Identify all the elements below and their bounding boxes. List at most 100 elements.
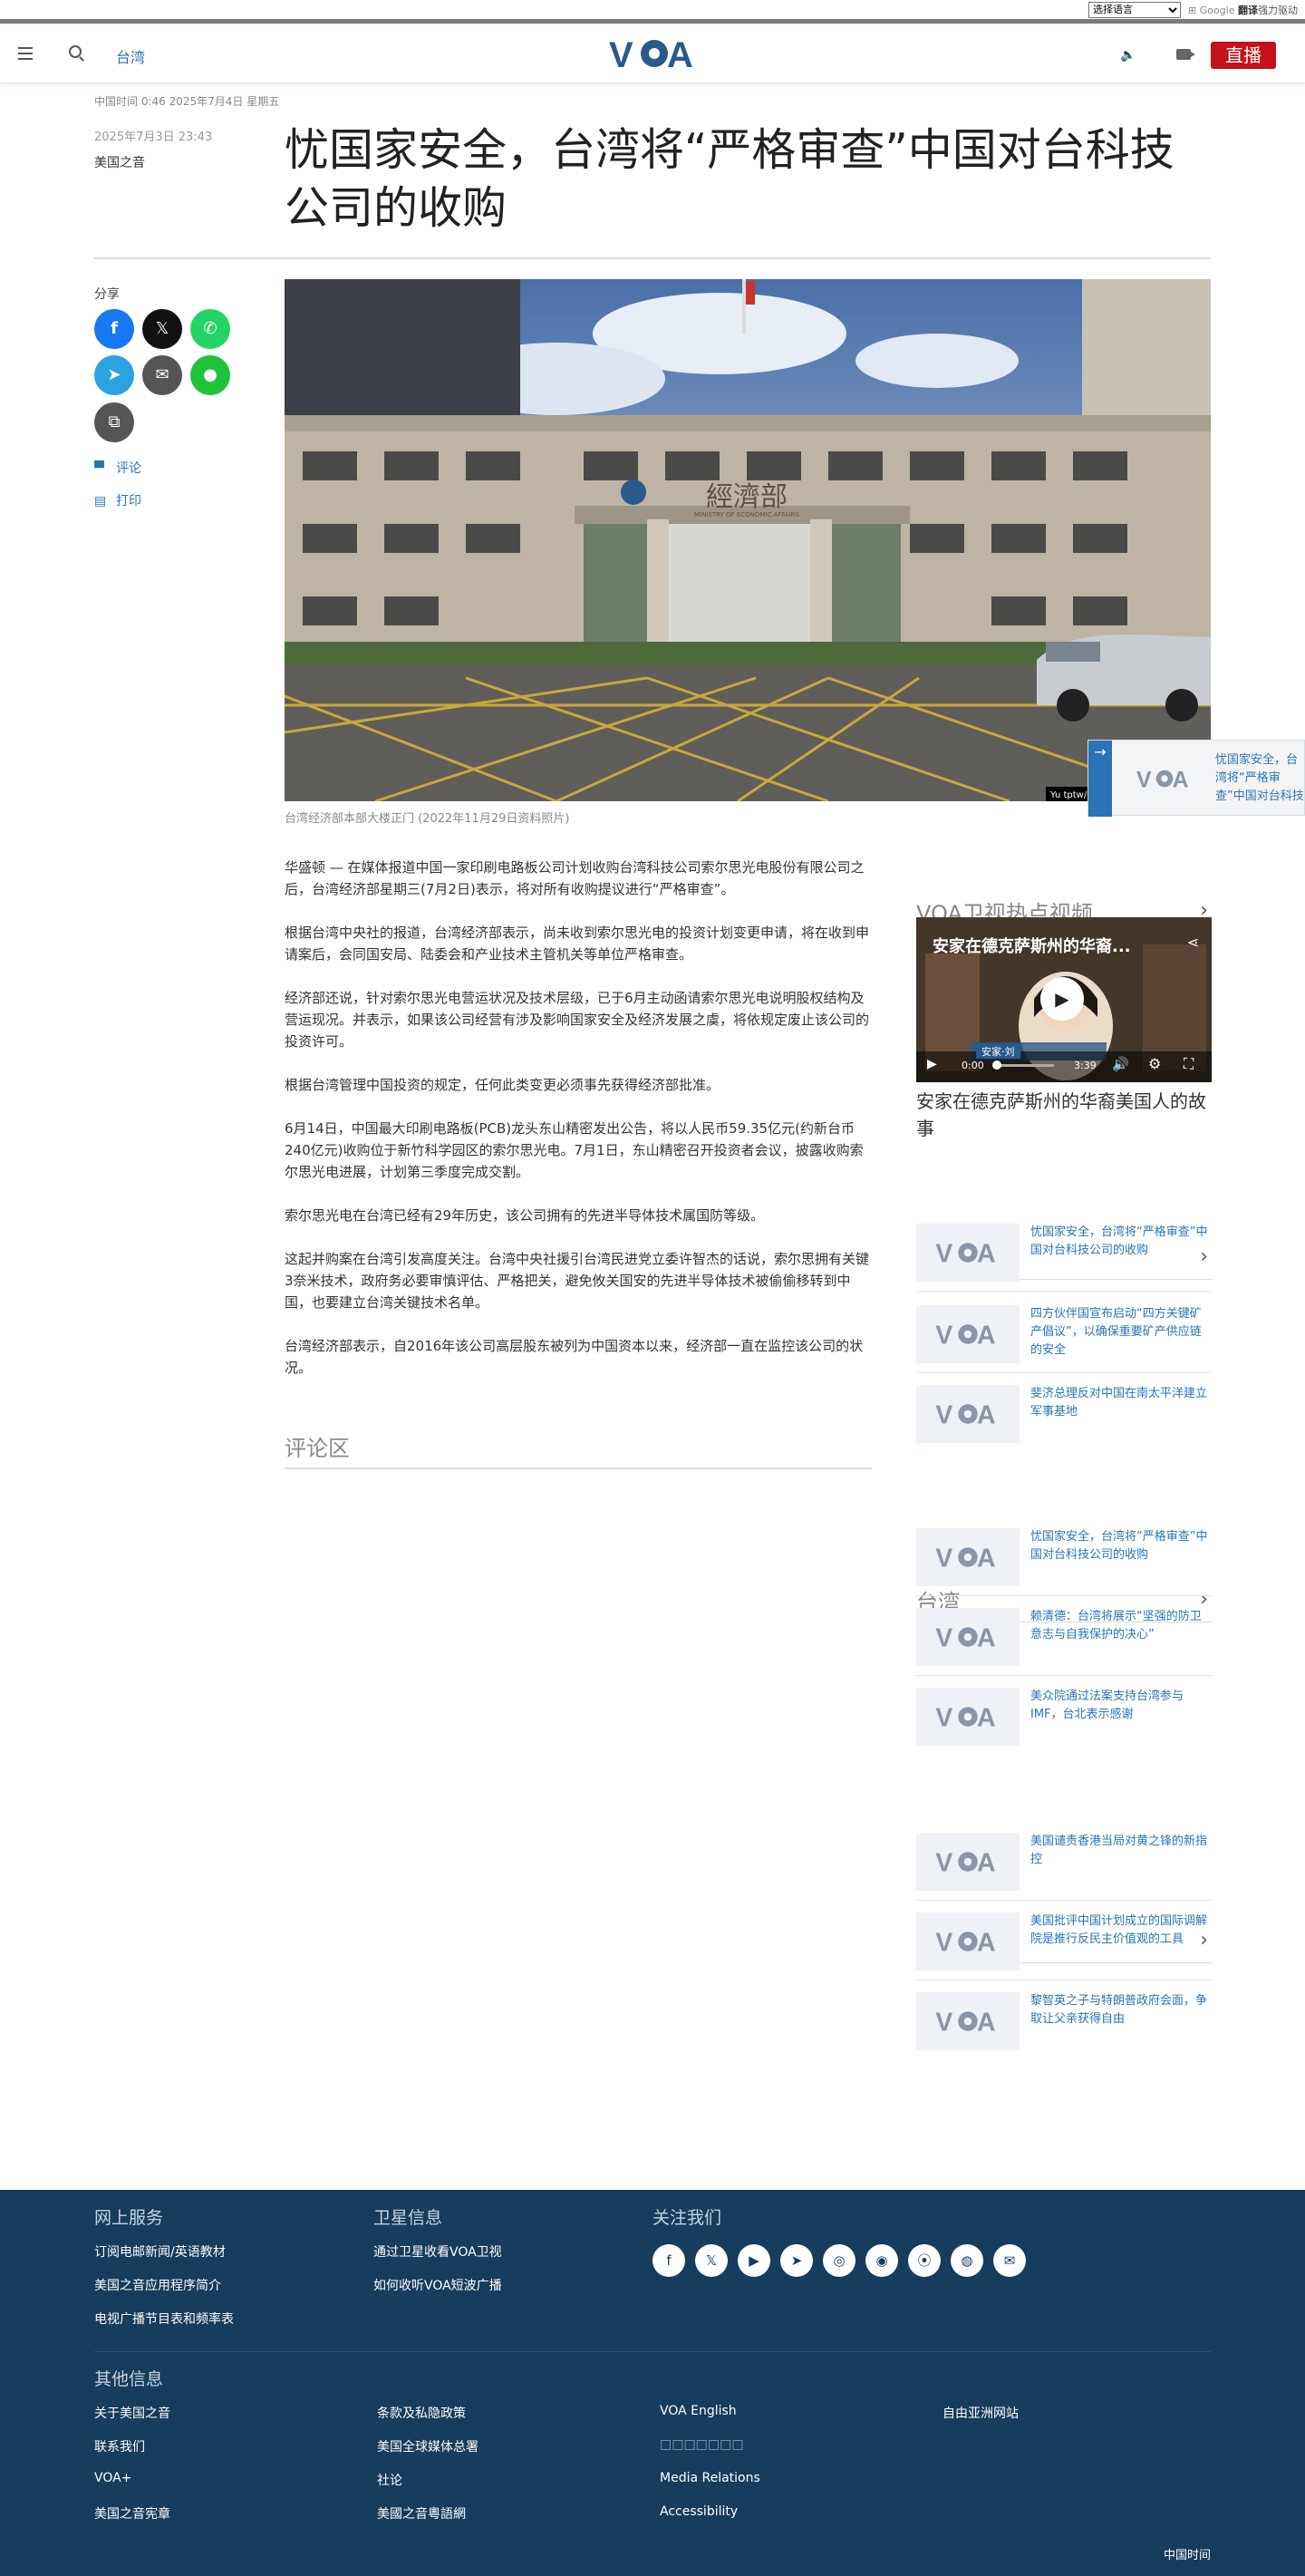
thumbnail: VA bbox=[916, 1688, 1020, 1746]
footer-link[interactable]: 自由亚洲网站 bbox=[942, 2404, 1019, 2422]
comment-link[interactable]: ▀ 评论 bbox=[94, 459, 141, 477]
facebook-share-button[interactable]: f bbox=[94, 309, 134, 349]
x-share-button[interactable]: 𝕏 bbox=[142, 309, 182, 349]
image-caption: 台湾经济部本部大楼正门 (2022年11月29日资料照片) bbox=[285, 812, 570, 826]
list-item[interactable]: V A 斐济总理反对中国在南太平洋建立军事基地 bbox=[916, 1385, 1212, 1445]
play-button[interactable]: ▶ bbox=[1040, 977, 1084, 1021]
list-item[interactable]: V A 黎智英之子与特朗普政府会面，争取让父亲获得自由 bbox=[916, 1992, 1212, 2052]
video-lower-third: 安家·刘 bbox=[976, 1044, 1020, 1059]
building-illustration: 經濟部 MINISTRY OF ECONOMIC AFFAIRS Yu tptw… bbox=[285, 279, 1211, 801]
google-label: Google bbox=[1199, 5, 1235, 16]
live-button[interactable]: 直播 bbox=[1211, 42, 1276, 69]
translate-widget: 选择语言 ⊞ Google 翻译强力驱动 bbox=[1088, 2, 1298, 18]
svg-text:V: V bbox=[935, 1929, 952, 1955]
list-item[interactable]: V A 美国批评中国计划成立的国际调解院是推行反民主价值观的工具 bbox=[916, 1913, 1212, 1972]
footer-link[interactable]: 通过卫星收看VOA卫视 bbox=[373, 2242, 502, 2261]
svg-text:V: V bbox=[935, 1240, 952, 1266]
building-sign: 經濟部 bbox=[706, 481, 788, 513]
svg-text:V: V bbox=[935, 1401, 952, 1428]
footer-link[interactable]: 美國之音粵語網 bbox=[377, 2504, 466, 2523]
x-icon[interactable]: 𝕏 bbox=[695, 2244, 728, 2277]
voa-thumb-logo: VA bbox=[1125, 759, 1204, 799]
footer-link[interactable]: VOA English bbox=[660, 2404, 737, 2418]
footer-link[interactable]: 关于美国之音 bbox=[94, 2404, 170, 2422]
thumbnail: VA bbox=[916, 1608, 1020, 1666]
footer-link[interactable]: 订阅电邮新闻/英语教材 bbox=[94, 2242, 226, 2261]
paragraph: 台湾经济部表示，自2016年该公司高层股东被列为中国资本以来，经济部一直在监控该… bbox=[285, 1338, 864, 1376]
svg-text:A: A bbox=[977, 1704, 996, 1730]
search-icon[interactable] bbox=[69, 45, 82, 58]
share-icon[interactable]: ⋖ bbox=[1187, 934, 1199, 951]
facebook-icon[interactable]: f bbox=[652, 2244, 685, 2277]
email-share-button[interactable]: ✉ bbox=[142, 355, 182, 395]
divider bbox=[94, 2351, 1211, 2352]
list-item[interactable]: V A 忧国家安全，台湾将“严格审查”中国对台科技公司的收购 bbox=[916, 1224, 1212, 1283]
svg-text:A: A bbox=[977, 1545, 996, 1571]
video-icon[interactable] bbox=[1176, 49, 1195, 60]
footer-link[interactable]: 社论 bbox=[377, 2471, 402, 2489]
svg-text:A: A bbox=[977, 1322, 996, 1348]
floating-related-card[interactable]: → VA 忧国家安全，台湾将“严格审查”中国对台科技公司的收购 bbox=[1088, 740, 1305, 817]
navbar: 台湾 V A 🔈 直播 bbox=[0, 27, 1305, 83]
language-select[interactable]: 选择语言 bbox=[1088, 2, 1181, 18]
svg-text:V: V bbox=[609, 35, 633, 73]
list-item-text: 美众院通过法案支持台湾参与IMF，台北表示感谢 bbox=[1030, 1690, 1184, 1721]
list-item-text: 忧国家安全，台湾将“严格审查”中国对台科技公司的收购 bbox=[1030, 1225, 1208, 1257]
voa-logo[interactable]: V A bbox=[609, 34, 700, 73]
svg-text:V: V bbox=[935, 1624, 952, 1651]
play-icon[interactable]: ▶ bbox=[927, 1057, 937, 1071]
podcast-icon[interactable]: ◉ bbox=[865, 2244, 898, 2277]
svg-text:A: A bbox=[977, 1929, 996, 1955]
apple-podcast-icon[interactable]: ◍ bbox=[951, 2244, 983, 2277]
svg-text:A: A bbox=[667, 35, 693, 73]
footer-link[interactable]: 美国全球媒体总署 bbox=[377, 2437, 478, 2455]
paragraph: 华盛顿 — 在媒体报道中国一家印刷电路板公司计划收购台湾科技公司索尔思光电股份有… bbox=[285, 859, 865, 897]
whatsapp-share-button[interactable]: ✆ bbox=[190, 309, 230, 349]
footer-link[interactable]: 美国之音宪章 bbox=[94, 2504, 170, 2523]
section-link[interactable]: 台湾 bbox=[116, 45, 145, 67]
footer-link[interactable]: 电视广播节目表和频率表 bbox=[94, 2310, 234, 2328]
telegram-share-button[interactable]: ➤ bbox=[94, 355, 134, 395]
list-item[interactable]: V A 忧国家安全，台湾将“严格审查”中国对台科技公司的收购 bbox=[916, 1528, 1212, 1588]
copy-link-button[interactable]: ⧉ bbox=[94, 402, 134, 442]
youtube-icon[interactable]: ▶ bbox=[738, 2244, 770, 2277]
svg-text:V: V bbox=[935, 2009, 952, 2035]
thumbnail: VA bbox=[916, 1385, 1020, 1443]
hero-image: 經濟部 MINISTRY OF ECONOMIC AFFAIRS Yu tptw… bbox=[285, 279, 1211, 801]
list-item[interactable]: V A 美国谴责香港当局对黄之锋的新指控 bbox=[916, 1833, 1212, 1893]
fullscreen-icon[interactable]: ⛶ bbox=[1184, 1055, 1194, 1073]
line-share-button[interactable]: ● bbox=[190, 355, 230, 395]
list-item[interactable]: V A 赖清德：台湾将展示“坚强的防卫意志与自我保护的决心” bbox=[916, 1608, 1212, 1668]
paragraph: 经济部还说，针对索尔思光电营运状况及技术层级，已于6月主动函请索尔思光电说明股权… bbox=[285, 990, 870, 1050]
menu-icon[interactable] bbox=[18, 47, 33, 63]
print-link[interactable]: ▤ 打印 bbox=[94, 491, 141, 509]
gear-icon[interactable]: ⚙ bbox=[1148, 1055, 1161, 1072]
footer-heading: 其他信息 bbox=[94, 2369, 164, 2389]
telegram-icon[interactable]: ➤ bbox=[780, 2244, 813, 2277]
arrow-right-icon[interactable]: → bbox=[1088, 741, 1112, 817]
print-icon: ▤ bbox=[94, 494, 107, 508]
comment-label: 评论 bbox=[116, 461, 141, 476]
list-item[interactable]: V A 四方伙伴国宣布启动“四方关键矿产倡议”，以确保重要矿产供应链的安全 bbox=[916, 1305, 1212, 1365]
rss-icon[interactable]: ⦿ bbox=[908, 2244, 941, 2277]
video-player[interactable]: 安家在德克萨斯州的华裔... ⋖ ▶ 安家·刘 ▶ 0:00 3:39 🔊 ⚙ … bbox=[916, 917, 1212, 1082]
list-item[interactable]: V A 美众院通过法案支持台湾参与IMF，台北表示感谢 bbox=[916, 1688, 1212, 1748]
list-item-text: 四方伙伴国宣布启动“四方关键矿产倡议”，以确保重要矿产供应链的安全 bbox=[1030, 1307, 1202, 1357]
audio-icon[interactable]: 🔈 bbox=[1120, 48, 1136, 63]
footer-link[interactable]: 条款及私隐政策 bbox=[377, 2404, 466, 2422]
footer-link[interactable]: 联系我们 bbox=[94, 2437, 145, 2455]
instagram-icon[interactable]: ◎ bbox=[823, 2244, 856, 2277]
video-progress[interactable] bbox=[994, 1064, 1054, 1067]
video-title[interactable]: 安家在德克萨斯州的华裔美国人的故事 bbox=[916, 1088, 1212, 1142]
photo-credit: Yu tptw/C bbox=[1049, 790, 1093, 800]
footer-link[interactable]: 如何收听VOA短波广播 bbox=[373, 2276, 502, 2294]
email-icon[interactable]: ✉ bbox=[993, 2244, 1026, 2277]
footer-link[interactable]: □□□□□□□ bbox=[660, 2437, 744, 2452]
footer-link[interactable]: 美国之音应用程序简介 bbox=[94, 2276, 221, 2294]
volume-icon[interactable]: 🔊 bbox=[1112, 1056, 1129, 1072]
footer-link[interactable]: Media Relations bbox=[660, 2471, 760, 2485]
video-time-total: 3:39 bbox=[1074, 1060, 1097, 1071]
video-scrubber[interactable] bbox=[992, 1060, 1001, 1070]
footer-link[interactable]: Accessibility bbox=[660, 2504, 738, 2519]
footer-link[interactable]: VOA+ bbox=[94, 2471, 131, 2485]
